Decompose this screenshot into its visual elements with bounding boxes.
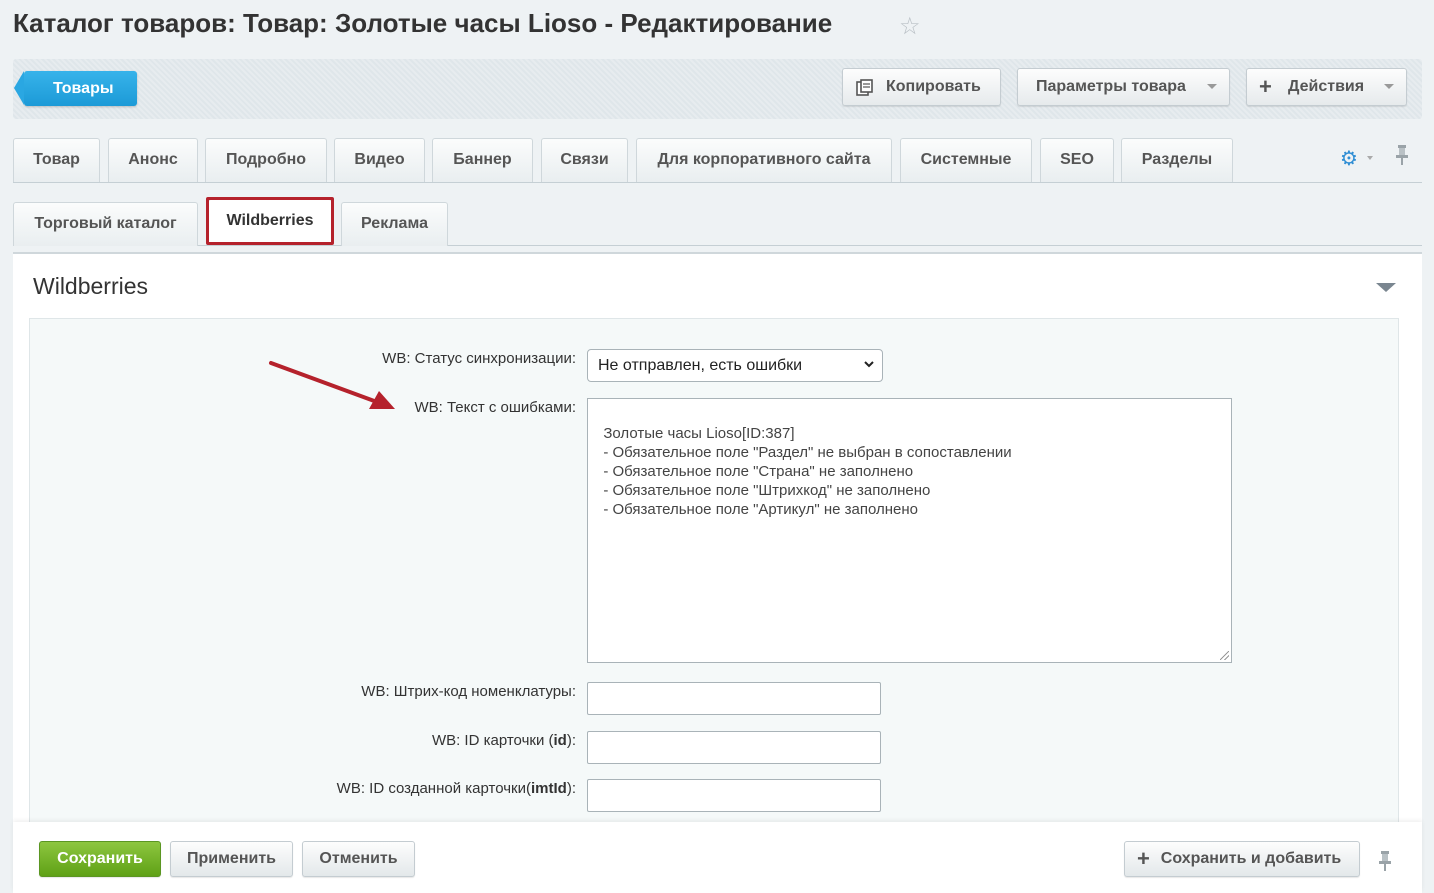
- collapse-icon[interactable]: [1376, 283, 1396, 292]
- apply-button[interactable]: Применить: [170, 841, 293, 877]
- resize-handle-icon[interactable]: [1220, 651, 1229, 660]
- tab-links[interactable]: Связи: [541, 138, 628, 182]
- cancel-button[interactable]: Отменить: [302, 841, 415, 877]
- copy-label: Копировать: [886, 78, 981, 95]
- pin-icon[interactable]: [1395, 144, 1409, 166]
- card-id-label-suffix: ):: [566, 732, 576, 749]
- gear-icon[interactable]: ⚙: [1340, 146, 1358, 171]
- save-button[interactable]: Сохранить: [39, 841, 161, 877]
- barcode-label: WB: Штрих-код номенклатуры:: [361, 683, 576, 700]
- tab-product[interactable]: Товар: [13, 138, 100, 182]
- sync-status-label: WB: Статус синхронизации:: [382, 350, 576, 367]
- product-params-label: Параметры товара: [1036, 78, 1186, 95]
- section-title: Wildberries: [33, 273, 149, 299]
- card-id-label: WB: ID карточки (id):: [432, 732, 576, 749]
- actions-button[interactable]: + Действия: [1246, 68, 1407, 106]
- errors-text: Золотые часы Lioso[ID:387] - Обязательно…: [603, 425, 1012, 518]
- tab-seo[interactable]: SEO: [1040, 138, 1114, 182]
- actions-label: Действия: [1288, 78, 1365, 95]
- tab-details[interactable]: Подробно: [205, 138, 327, 182]
- sync-status-select[interactable]: Не отправлен, есть ошибки: [587, 349, 883, 382]
- errors-text-label: WB: Текст с ошибками:: [414, 399, 576, 416]
- created-card-id-label: WB: ID созданной карточки(imtId):: [337, 780, 576, 797]
- tab-announce[interactable]: Анонс: [108, 138, 198, 182]
- chevron-down-icon: [1367, 156, 1373, 160]
- chevron-down-icon: [1207, 84, 1217, 89]
- barcode-input[interactable]: [587, 682, 881, 715]
- created-card-id-label-suffix: ):: [566, 780, 576, 797]
- save-and-add-button[interactable]: + Сохранить и добавить: [1124, 841, 1360, 877]
- page-title: Каталог товаров: Товар: Золотые часы Lio…: [13, 8, 833, 38]
- copy-icon: [856, 79, 873, 96]
- product-params-button[interactable]: Параметры товара: [1017, 68, 1230, 106]
- star-icon[interactable]: ☆: [899, 12, 921, 41]
- tabs-divider: [13, 245, 1422, 246]
- tab-sections[interactable]: Разделы: [1121, 138, 1233, 182]
- plus-icon: +: [1137, 846, 1150, 871]
- copy-button[interactable]: Копировать: [842, 68, 1001, 106]
- created-card-id-label-prefix: WB: ID созданной карточки(: [336, 780, 531, 797]
- tab-banner[interactable]: Баннер: [432, 138, 533, 182]
- tab-system[interactable]: Системные: [900, 138, 1032, 182]
- tab-corporate-site[interactable]: Для корпоративного сайта: [636, 138, 892, 182]
- save-and-add-label: Сохранить и добавить: [1160, 850, 1342, 867]
- chevron-down-icon: [1384, 84, 1394, 89]
- highlight-frame: [206, 197, 334, 245]
- sync-status-value: Не отправлен, есть ошибки: [598, 357, 803, 374]
- created-card-id-label-key: imtId: [530, 780, 567, 797]
- tab-trade-catalog[interactable]: Торговый каталог: [13, 202, 198, 246]
- card-id-label-key: id: [553, 732, 567, 749]
- tab-video[interactable]: Видео: [334, 138, 425, 182]
- tabs-divider: [13, 182, 1422, 183]
- chevron-down-icon: [864, 361, 874, 368]
- errors-textarea[interactable]: Золотые часы Lioso[ID:387] - Обязательно…: [587, 398, 1232, 663]
- created-card-id-input[interactable]: [587, 779, 881, 812]
- back-to-products-button[interactable]: Товары: [14, 71, 137, 106]
- pin-icon[interactable]: [1378, 850, 1392, 872]
- plus-icon: +: [1259, 74, 1272, 99]
- tab-advertising[interactable]: Реклама: [341, 202, 448, 246]
- card-id-input[interactable]: [587, 731, 881, 764]
- card-id-label-prefix: WB: ID карточки (: [431, 732, 554, 749]
- arrow-icon: [269, 361, 395, 409]
